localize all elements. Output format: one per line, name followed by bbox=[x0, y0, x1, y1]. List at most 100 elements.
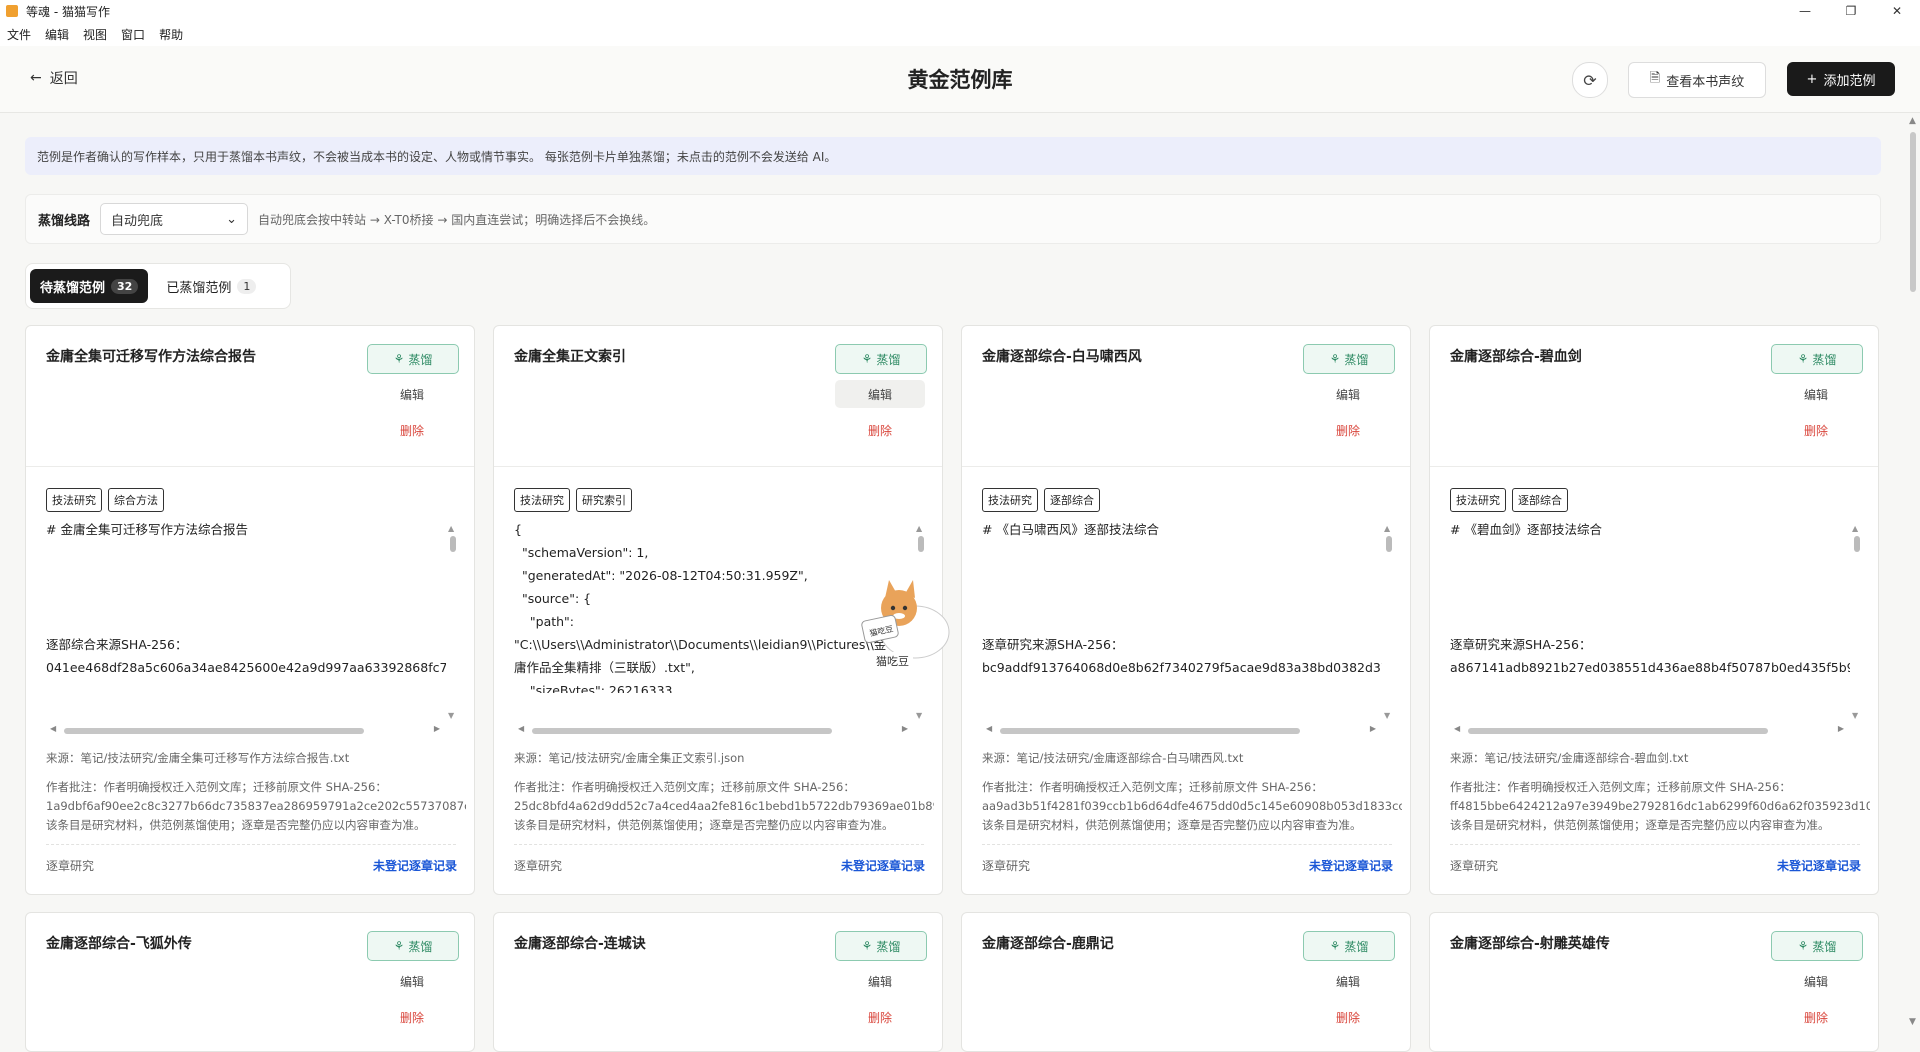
menu-view[interactable]: 视图 bbox=[76, 26, 114, 43]
restore-button[interactable]: ❐ bbox=[1828, 0, 1874, 22]
author-note: 作者批注：作者明确授权迁入范例文库；迁移前原文件 SHA-256： ff4815… bbox=[1450, 780, 1870, 832]
tab-distilled[interactable]: 已蒸馏范例 1 bbox=[156, 269, 266, 303]
delete-button[interactable]: 删除 bbox=[835, 1003, 925, 1031]
edit-button[interactable]: 编辑 bbox=[835, 967, 925, 995]
preview-hscrollbar[interactable]: ◀ ▶ bbox=[514, 724, 914, 736]
plus-icon: + bbox=[1806, 71, 1818, 87]
menu-edit[interactable]: 编辑 bbox=[38, 26, 76, 43]
example-card: 金庸逐部综合-碧血剑 ⚘ 蒸馏 编辑 删除 技法研究 逐部综合 # 《碧血剑》逐… bbox=[1429, 325, 1879, 895]
document-icon: 🗎 bbox=[1649, 71, 1661, 86]
hscroll-thumb[interactable] bbox=[64, 728, 364, 734]
add-example-label: 添加范例 bbox=[1823, 73, 1876, 89]
view-voiceprint-button[interactable]: 🗎 查看本书声纹 bbox=[1628, 62, 1766, 98]
edit-button[interactable]: 编辑 bbox=[1303, 967, 1393, 995]
scroll-right-icon[interactable]: ▶ bbox=[1838, 724, 1844, 733]
menu-help[interactable]: 帮助 bbox=[152, 26, 190, 43]
edit-button[interactable]: 编辑 bbox=[1771, 967, 1861, 995]
preview-hscrollbar[interactable]: ◀ ▶ bbox=[982, 724, 1382, 736]
tab-pending-label: 待蒸馏范例 bbox=[40, 280, 106, 296]
edit-button[interactable]: 编辑 bbox=[1771, 380, 1861, 408]
scroll-left-icon[interactable]: ◀ bbox=[50, 724, 56, 733]
distill-button[interactable]: ⚘ 蒸馏 bbox=[835, 931, 927, 961]
scroll-right-icon[interactable]: ▶ bbox=[1370, 724, 1376, 733]
scroll-up-icon[interactable]: ▲ bbox=[1909, 116, 1916, 126]
hscroll-thumb[interactable] bbox=[532, 728, 832, 734]
card-title: 金庸逐部综合-射雕英雄传 bbox=[1450, 936, 1610, 952]
distill-button[interactable]: ⚘ 蒸馏 bbox=[1771, 344, 1863, 374]
scroll-left-icon[interactable]: ◀ bbox=[1454, 724, 1460, 733]
delete-button[interactable]: 删除 bbox=[1303, 1003, 1393, 1031]
hscroll-thumb[interactable] bbox=[1468, 728, 1768, 734]
delete-button[interactable]: 删除 bbox=[1771, 1003, 1861, 1031]
preview-hscrollbar[interactable]: ◀ ▶ bbox=[1450, 724, 1850, 736]
delete-button[interactable]: 删除 bbox=[835, 416, 925, 444]
preview-scroll-thumb[interactable] bbox=[450, 536, 456, 552]
preview-scroll-down-icon[interactable]: ▼ bbox=[1852, 711, 1858, 720]
footer-divider bbox=[1450, 844, 1860, 845]
delete-button[interactable]: 删除 bbox=[1303, 416, 1393, 444]
route-label: 蒸馏线路 bbox=[38, 213, 91, 229]
preview-scroll-thumb[interactable] bbox=[1386, 536, 1392, 552]
close-button[interactable]: ✕ bbox=[1874, 0, 1920, 22]
card-title: 金庸全集正文索引 bbox=[514, 349, 626, 365]
distill-label: 蒸馏 bbox=[1344, 939, 1369, 954]
preview-scroll-thumb[interactable] bbox=[918, 536, 924, 552]
menu-file[interactable]: 文件 bbox=[0, 26, 38, 43]
content-preview[interactable]: # 《白马啸西风》逐部技法综合 逐章研究来源SHA-256： bc9addf91… bbox=[982, 518, 1382, 693]
scroll-left-icon[interactable]: ◀ bbox=[986, 724, 992, 733]
unregistered-chapter-link[interactable]: 未登记逐章记录 bbox=[835, 857, 925, 874]
preview-scroll-up-icon[interactable]: ▲ bbox=[1852, 524, 1858, 533]
source-path: 来源：笔记/技法研究/金庸逐部综合-白马啸西风.txt bbox=[982, 751, 1244, 765]
preview-hscrollbar[interactable]: ◀ ▶ bbox=[46, 724, 446, 736]
preview-scroll-down-icon[interactable]: ▼ bbox=[1384, 711, 1390, 720]
footer-divider bbox=[46, 844, 456, 845]
edit-button[interactable]: 编辑 bbox=[835, 380, 925, 408]
preview-scroll-up-icon[interactable]: ▲ bbox=[1384, 524, 1390, 533]
edit-button[interactable]: 编辑 bbox=[367, 967, 457, 995]
preview-scroll-down-icon[interactable]: ▼ bbox=[448, 711, 454, 720]
minimize-button[interactable]: — bbox=[1782, 0, 1828, 22]
refresh-button[interactable]: ⟳ bbox=[1572, 62, 1608, 98]
scroll-left-icon[interactable]: ◀ bbox=[518, 724, 524, 733]
scroll-right-icon[interactable]: ▶ bbox=[902, 724, 908, 733]
distill-button[interactable]: ⚘ 蒸馏 bbox=[367, 931, 459, 961]
tab-pending[interactable]: 待蒸馏范例 32 bbox=[30, 269, 149, 303]
unregistered-chapter-link[interactable]: 未登记逐章记录 bbox=[367, 857, 457, 874]
page-scroll-thumb[interactable] bbox=[1910, 132, 1916, 292]
distill-button[interactable]: ⚘ 蒸馏 bbox=[835, 344, 927, 374]
distill-button[interactable]: ⚘ 蒸馏 bbox=[1303, 931, 1395, 961]
distill-icon: ⚘ bbox=[1329, 352, 1341, 366]
info-banner: 范例是作者确认的写作样本，只用于蒸馏本书声纹，不会被当成本书的设定、人物或情节事… bbox=[25, 137, 1881, 175]
preview-scroll-down-icon[interactable]: ▼ bbox=[916, 711, 922, 720]
menu-window[interactable]: 窗口 bbox=[114, 26, 152, 43]
info-banner-text: 范例是作者确认的写作样本，只用于蒸馏本书声纹，不会被当成本书的设定、人物或情节事… bbox=[37, 149, 837, 164]
tab-pending-count: 32 bbox=[111, 278, 139, 294]
preview-scroll-thumb[interactable] bbox=[1854, 536, 1860, 552]
distill-button[interactable]: ⚘ 蒸馏 bbox=[1303, 344, 1395, 374]
unregistered-chapter-link[interactable]: 未登记逐章记录 bbox=[1771, 857, 1861, 874]
delete-button[interactable]: 删除 bbox=[367, 416, 457, 444]
add-example-button[interactable]: + 添加范例 bbox=[1787, 62, 1895, 96]
distill-label: 蒸馏 bbox=[408, 939, 433, 954]
preview-scroll-up-icon[interactable]: ▲ bbox=[448, 524, 454, 533]
hscroll-thumb[interactable] bbox=[1000, 728, 1300, 734]
page-scrollbar[interactable]: ▲ ▼ bbox=[1906, 112, 1920, 1031]
distill-button[interactable]: ⚘ 蒸馏 bbox=[1771, 931, 1863, 961]
preview-scroll-up-icon[interactable]: ▲ bbox=[916, 524, 922, 533]
edit-button[interactable]: 编辑 bbox=[1303, 380, 1393, 408]
delete-button[interactable]: 删除 bbox=[1771, 416, 1861, 444]
menu-bar: 文件 编辑 视图 窗口 帮助 bbox=[0, 22, 1920, 46]
scroll-down-icon[interactable]: ▼ bbox=[1909, 1017, 1916, 1027]
edit-button[interactable]: 编辑 bbox=[367, 380, 457, 408]
card-divider bbox=[494, 466, 942, 467]
content-preview[interactable]: # 《碧血剑》逐部技法综合 逐章研究来源SHA-256： a867141adb8… bbox=[1450, 518, 1850, 693]
delete-button[interactable]: 删除 bbox=[367, 1003, 457, 1031]
scroll-right-icon[interactable]: ▶ bbox=[434, 724, 440, 733]
tag: 逐部综合 bbox=[1512, 488, 1568, 512]
route-select[interactable]: 自动兜底 ⌄ bbox=[100, 203, 249, 235]
unregistered-chapter-link[interactable]: 未登记逐章记录 bbox=[1303, 857, 1393, 874]
source-path: 来源：笔记/技法研究/金庸全集可迁移写作方法综合报告.txt bbox=[46, 751, 350, 765]
distill-button[interactable]: ⚘ 蒸馏 bbox=[367, 344, 459, 374]
view-voiceprint-label: 查看本书声纹 bbox=[1666, 74, 1745, 90]
content-preview[interactable]: # 金庸全集可迁移写作方法综合报告 逐部综合来源SHA-256： 041ee46… bbox=[46, 518, 446, 693]
